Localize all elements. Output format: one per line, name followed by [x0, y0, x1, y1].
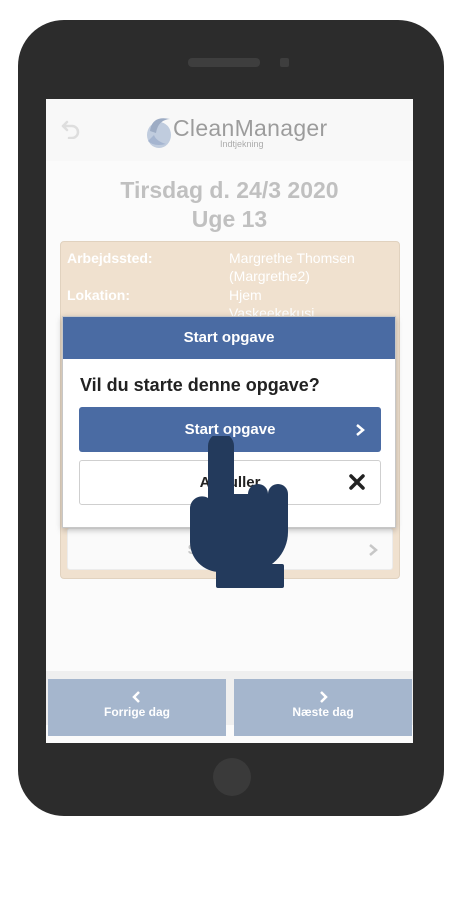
previous-day-label: Forrige dag — [103, 705, 170, 719]
chevron-left-icon — [132, 691, 140, 703]
next-day-button[interactable]: Næste dag — [234, 679, 412, 736]
dialog-title: Start opgave — [63, 317, 395, 359]
phone-camera — [280, 58, 289, 67]
home-button[interactable] — [213, 758, 251, 796]
dialog-question: Vil du starte denne opgave? — [80, 375, 320, 395]
previous-day-button[interactable]: Forrige dag — [48, 679, 226, 736]
close-icon — [349, 474, 365, 490]
next-day-label: Næste dag — [292, 705, 354, 719]
chevron-right-icon — [356, 424, 365, 436]
tap-hand-pointer-icon — [190, 436, 288, 588]
chevron-right-icon — [320, 691, 328, 703]
bottom-nav: Forrige dag Næste dag — [46, 671, 413, 736]
phone-speaker — [188, 58, 260, 67]
